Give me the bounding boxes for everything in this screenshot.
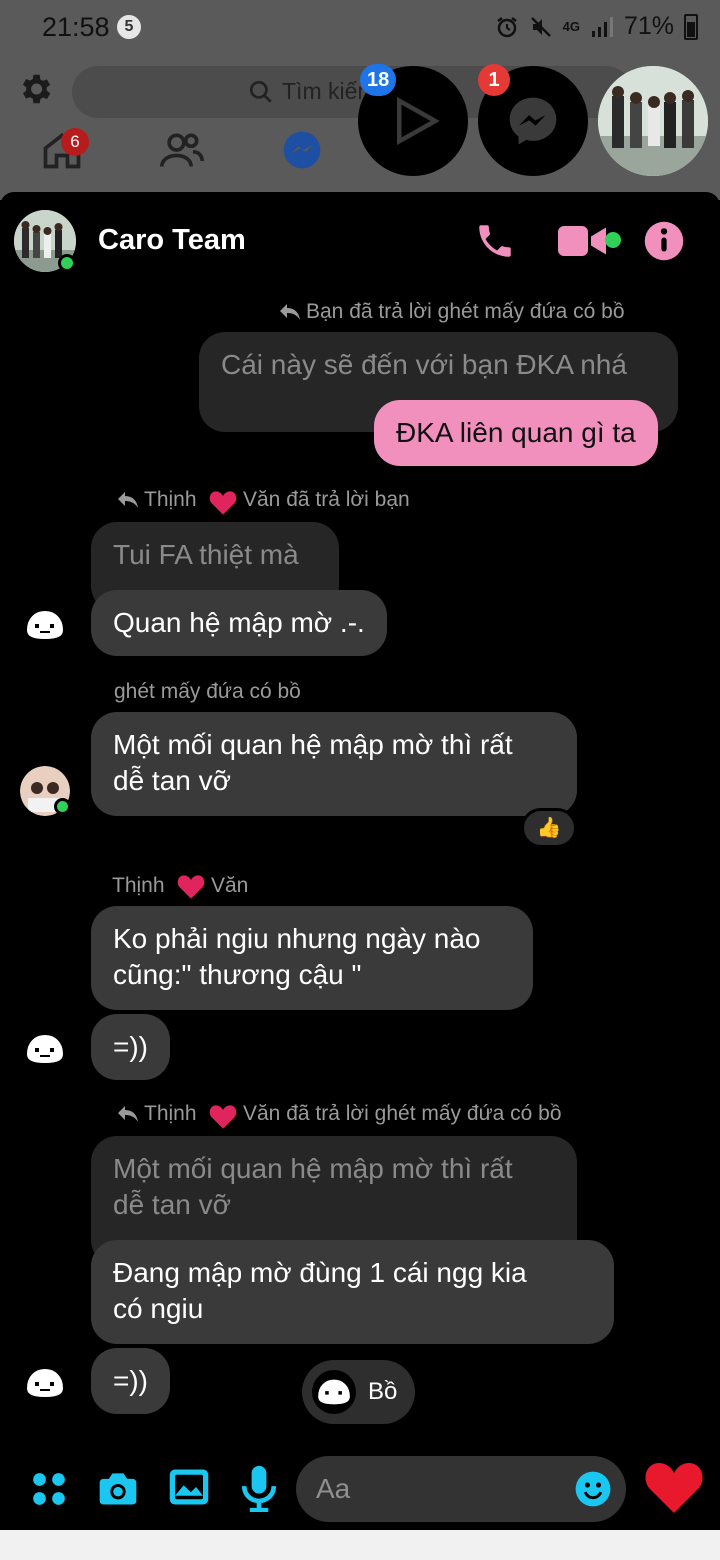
group-photo-chathead[interactable]	[598, 66, 708, 176]
reply-note-sender: Thịnh	[144, 488, 197, 511]
battery-icon	[684, 13, 698, 40]
online-indicator	[54, 798, 71, 815]
sender-name-first: Thịnh	[112, 874, 165, 897]
quoted-text: Cái này sẽ đến với bạn ĐKA nhá	[221, 349, 627, 380]
reaction-emoji: 👍	[536, 817, 562, 839]
message-text-line: cũng:" thương cậu "	[113, 959, 362, 990]
chat-header: Caro Team	[0, 192, 720, 292]
video-active-dot	[605, 232, 621, 248]
reply-note-sender: Thịnh	[144, 1102, 197, 1125]
reply-note: Văn đã trả lời bạn	[243, 488, 410, 511]
conversation-title[interactable]: Caro Team	[98, 224, 246, 257]
battery-percent: 71%	[623, 12, 674, 40]
cartoon-avatar	[312, 1370, 356, 1414]
heart-emoji-icon	[177, 875, 205, 899]
sender-name: ghét mấy đứa có bồ	[114, 680, 301, 703]
messenger-tab-icon[interactable]	[280, 128, 324, 172]
sent-message[interactable]: ĐKA liên quan gì ta	[374, 400, 658, 466]
message-text: ĐKA liên quan gì ta	[396, 417, 636, 448]
message-text: =))	[113, 1031, 148, 1062]
clock: 21:58	[42, 12, 110, 42]
message-text-line: có ngiu	[113, 1293, 204, 1324]
quoted-text-line: dễ tan vỡ	[113, 1189, 231, 1220]
messenger-icon	[509, 97, 557, 145]
camera-icon[interactable]	[96, 1466, 140, 1510]
notification-count-badge: 5	[117, 15, 141, 39]
online-indicator	[58, 254, 76, 272]
received-message[interactable]: =))	[91, 1348, 170, 1414]
received-message[interactable]: Quan hệ mập mờ .-.	[91, 590, 387, 656]
message-input[interactable]: Aa	[296, 1456, 626, 1522]
message-text-line: Ko phải ngiu nhưng ngày nào	[113, 923, 481, 954]
sender-name-last: Văn	[211, 874, 249, 897]
cartoon-avatar	[24, 1366, 66, 1400]
quoted-text-line: Một mối quan hệ mập mờ thì rất	[113, 1153, 513, 1184]
thumbs-up-reaction[interactable]: 👍	[521, 808, 577, 848]
group-photo-image	[598, 66, 708, 176]
received-message[interactable]: Một mối quan hệ mập mờ thì rất dễ tan vỡ	[91, 712, 577, 816]
messenger-chat-panel: Caro Team Bạn đã trả lời ghét mấy đứa có…	[0, 192, 720, 1560]
video-call-icon[interactable]	[558, 224, 606, 258]
received-message[interactable]: Đang mập mờ đùng 1 cái ngg kia có ngiu	[91, 1240, 614, 1344]
cartoon-avatar	[24, 608, 66, 642]
info-icon[interactable]	[643, 220, 685, 262]
friends-icon[interactable]	[160, 128, 204, 172]
network-type: 4G	[562, 18, 580, 34]
microphone-icon[interactable]	[242, 1464, 276, 1512]
status-icons: 4G 71%	[495, 12, 698, 41]
search-icon	[249, 80, 272, 103]
phone-call-icon[interactable]	[474, 220, 516, 262]
gallery-icon[interactable]	[168, 1466, 210, 1508]
play-icon	[397, 96, 440, 146]
reply-arrow-icon	[118, 492, 138, 508]
signal-icon	[591, 16, 613, 37]
received-message[interactable]: Ko phải ngiu nhưng ngày nào cũng:" thươn…	[91, 906, 533, 1010]
message-text-line: dễ tan vỡ	[113, 765, 231, 796]
reply-note: Văn đã trả lời ghét mấy đứa có bồ	[243, 1102, 562, 1125]
reply-note: Bạn đã trả lời ghét mấy đứa có bồ	[306, 300, 625, 323]
home-notification-badge: 6	[61, 128, 89, 156]
heart-emoji-icon	[209, 491, 237, 515]
message-text: =))	[113, 1365, 148, 1396]
gear-icon[interactable]	[16, 70, 54, 108]
message-text: Quan hệ mập mờ .-.	[113, 607, 365, 638]
more-actions-icon[interactable]	[30, 1470, 68, 1508]
messenger-badge: 1	[478, 64, 510, 96]
seen-by-name: Bồ	[368, 1378, 398, 1405]
quoted-text: Tui FA thiệt mà	[113, 539, 299, 570]
mute-icon	[530, 16, 551, 37]
message-text-line: Một mối quan hệ mập mờ thì rất	[113, 729, 513, 760]
video-badge: 18	[360, 64, 397, 96]
system-nav-bar	[0, 1530, 720, 1560]
message-text-line: Đang mập mờ đùng 1 cái ngg kia	[113, 1257, 527, 1288]
cartoon-avatar	[24, 1032, 66, 1066]
alarm-icon	[496, 16, 517, 37]
received-message[interactable]: =))	[91, 1014, 170, 1080]
heart-emoji-icon	[209, 1105, 237, 1129]
emoji-icon[interactable]	[574, 1470, 612, 1508]
reply-arrow-icon	[280, 304, 300, 320]
reply-arrow-icon	[118, 1106, 138, 1122]
message-input-placeholder: Aa	[316, 1473, 351, 1504]
status-bar: 21:58 5 4G 71%	[0, 0, 720, 56]
seen-by-chip[interactable]: Bồ	[302, 1360, 416, 1424]
heart-send-icon[interactable]	[644, 1460, 704, 1516]
